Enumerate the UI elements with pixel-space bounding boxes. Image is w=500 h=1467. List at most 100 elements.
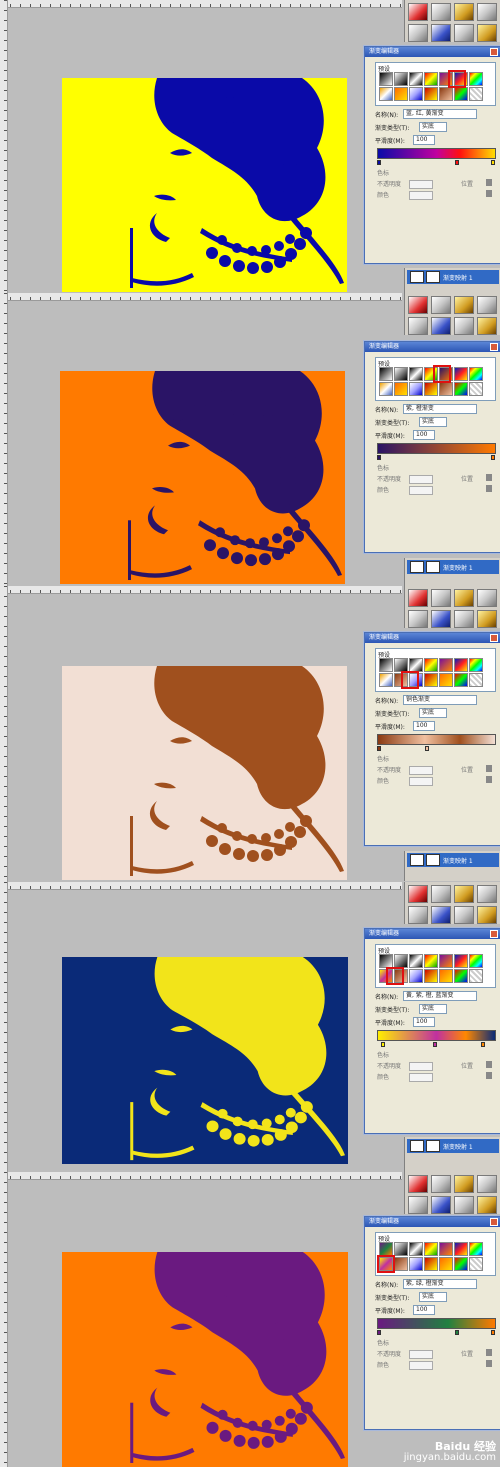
preset-swatch[interactable] xyxy=(379,382,393,396)
preset-swatch[interactable] xyxy=(439,969,453,983)
preset-swatch[interactable] xyxy=(379,1242,393,1256)
canvas-image[interactable] xyxy=(62,957,348,1164)
swatch-tool-5[interactable] xyxy=(408,1196,428,1214)
gradient-bar[interactable] xyxy=(377,443,496,454)
vertical-ruler[interactable] xyxy=(0,1172,8,1467)
preset-swatch[interactable] xyxy=(424,72,438,86)
swatch-tool-1[interactable] xyxy=(408,3,428,21)
vertical-ruler[interactable] xyxy=(0,0,8,296)
smooth-field[interactable]: 100 xyxy=(413,135,435,145)
preset-swatch[interactable] xyxy=(424,87,438,101)
preset-swatch[interactable] xyxy=(454,658,468,672)
swatch-tool-2[interactable] xyxy=(431,3,451,21)
gradient-bar[interactable] xyxy=(377,1318,496,1329)
color-stop[interactable] xyxy=(491,1330,495,1335)
swatch-tool-3[interactable] xyxy=(454,589,474,607)
swatch-tool-3[interactable] xyxy=(454,3,474,21)
delete-icon[interactable] xyxy=(486,190,492,197)
swatch-tool-5[interactable] xyxy=(408,906,428,924)
color-field[interactable] xyxy=(409,1073,433,1082)
preset-swatch[interactable] xyxy=(454,673,468,687)
color-field[interactable] xyxy=(409,1361,433,1370)
preset-swatch[interactable] xyxy=(469,954,483,968)
preset-swatch[interactable] xyxy=(409,382,423,396)
name-field[interactable]: 紫, 绿, 橙渐变 xyxy=(403,1279,477,1289)
swatch-tool-8[interactable] xyxy=(477,610,497,628)
preset-swatch[interactable] xyxy=(424,1257,438,1271)
type-select[interactable]: 实底 xyxy=(419,122,447,132)
preset-swatch[interactable] xyxy=(424,673,438,687)
preset-swatch[interactable] xyxy=(394,87,408,101)
type-select[interactable]: 实底 xyxy=(419,1004,447,1014)
name-field[interactable]: 蓝, 红, 黄渐变 xyxy=(403,109,477,119)
delete-icon[interactable] xyxy=(486,1061,492,1068)
canvas-image[interactable] xyxy=(62,1252,348,1467)
color-stop[interactable] xyxy=(381,1042,385,1047)
swatch-tool-4[interactable] xyxy=(477,1175,497,1193)
color-stop[interactable] xyxy=(377,1330,381,1335)
swatch-tool-7[interactable] xyxy=(454,24,474,42)
smooth-field[interactable]: 100 xyxy=(413,1305,435,1315)
name-field[interactable]: 黄, 紫, 橙, 蓝渐变 xyxy=(403,991,477,1001)
color-stop[interactable] xyxy=(377,455,381,460)
swatch-tool-8[interactable] xyxy=(477,1196,497,1214)
swatch-tool-5[interactable] xyxy=(408,24,428,42)
preset-swatch[interactable] xyxy=(439,382,453,396)
delete-icon[interactable] xyxy=(486,474,492,481)
color-stop[interactable] xyxy=(455,160,459,165)
preset-swatch[interactable] xyxy=(394,367,408,381)
preset-swatch[interactable] xyxy=(409,1257,423,1271)
swatch-tool-7[interactable] xyxy=(454,1196,474,1214)
preset-swatch[interactable] xyxy=(469,658,483,672)
color-field[interactable] xyxy=(409,191,433,200)
opacity-field[interactable] xyxy=(409,180,433,189)
color-stop[interactable] xyxy=(491,160,495,165)
preset-swatch[interactable] xyxy=(394,658,408,672)
color-stop[interactable] xyxy=(377,746,381,751)
horizontal-ruler[interactable] xyxy=(0,586,402,594)
canvas-image[interactable] xyxy=(62,666,347,880)
swatch-tool-6[interactable] xyxy=(431,317,451,335)
preset-swatch[interactable] xyxy=(439,1257,453,1271)
preset-swatch[interactable] xyxy=(379,673,393,687)
preset-swatch[interactable] xyxy=(424,658,438,672)
swatch-tool-7[interactable] xyxy=(454,906,474,924)
preset-swatch[interactable] xyxy=(379,954,393,968)
canvas-image[interactable] xyxy=(62,78,347,292)
preset-swatch[interactable] xyxy=(394,954,408,968)
swatch-tool-6[interactable] xyxy=(431,906,451,924)
swatch-tool-6[interactable] xyxy=(431,610,451,628)
delete-icon[interactable] xyxy=(486,1360,492,1367)
layer-row[interactable]: 渐变映射 1 xyxy=(407,560,499,574)
delete-icon[interactable] xyxy=(486,776,492,783)
delete-icon[interactable] xyxy=(486,485,492,492)
color-stop[interactable] xyxy=(491,455,495,460)
swatch-tool-4[interactable] xyxy=(477,589,497,607)
preset-swatch[interactable] xyxy=(454,954,468,968)
close-icon[interactable] xyxy=(490,343,498,351)
swatch-tool-6[interactable] xyxy=(431,24,451,42)
vertical-ruler[interactable] xyxy=(0,586,8,882)
preset-swatch[interactable] xyxy=(379,72,393,86)
preset-swatch[interactable] xyxy=(439,673,453,687)
preset-swatch[interactable] xyxy=(424,969,438,983)
preset-swatch[interactable] xyxy=(424,954,438,968)
color-stop[interactable] xyxy=(481,1042,485,1047)
gradient-bar[interactable] xyxy=(377,148,496,159)
delete-icon[interactable] xyxy=(486,179,492,186)
layer-row[interactable]: 渐变映射 1 xyxy=(407,853,499,867)
swatch-tool-2[interactable] xyxy=(431,885,451,903)
swatch-tool-1[interactable] xyxy=(408,885,428,903)
swatch-tool-4[interactable] xyxy=(477,3,497,21)
swatch-tool-4[interactable] xyxy=(477,885,497,903)
swatch-tool-2[interactable] xyxy=(431,589,451,607)
swatch-tool-2[interactable] xyxy=(431,296,451,314)
type-select[interactable]: 实底 xyxy=(419,1292,447,1302)
horizontal-ruler[interactable] xyxy=(0,882,402,890)
preset-swatch[interactable] xyxy=(454,367,468,381)
swatch-tool-3[interactable] xyxy=(454,885,474,903)
smooth-field[interactable]: 100 xyxy=(413,430,435,440)
preset-swatch[interactable] xyxy=(454,87,468,101)
preset-swatch[interactable] xyxy=(439,87,453,101)
color-field[interactable] xyxy=(409,486,433,495)
